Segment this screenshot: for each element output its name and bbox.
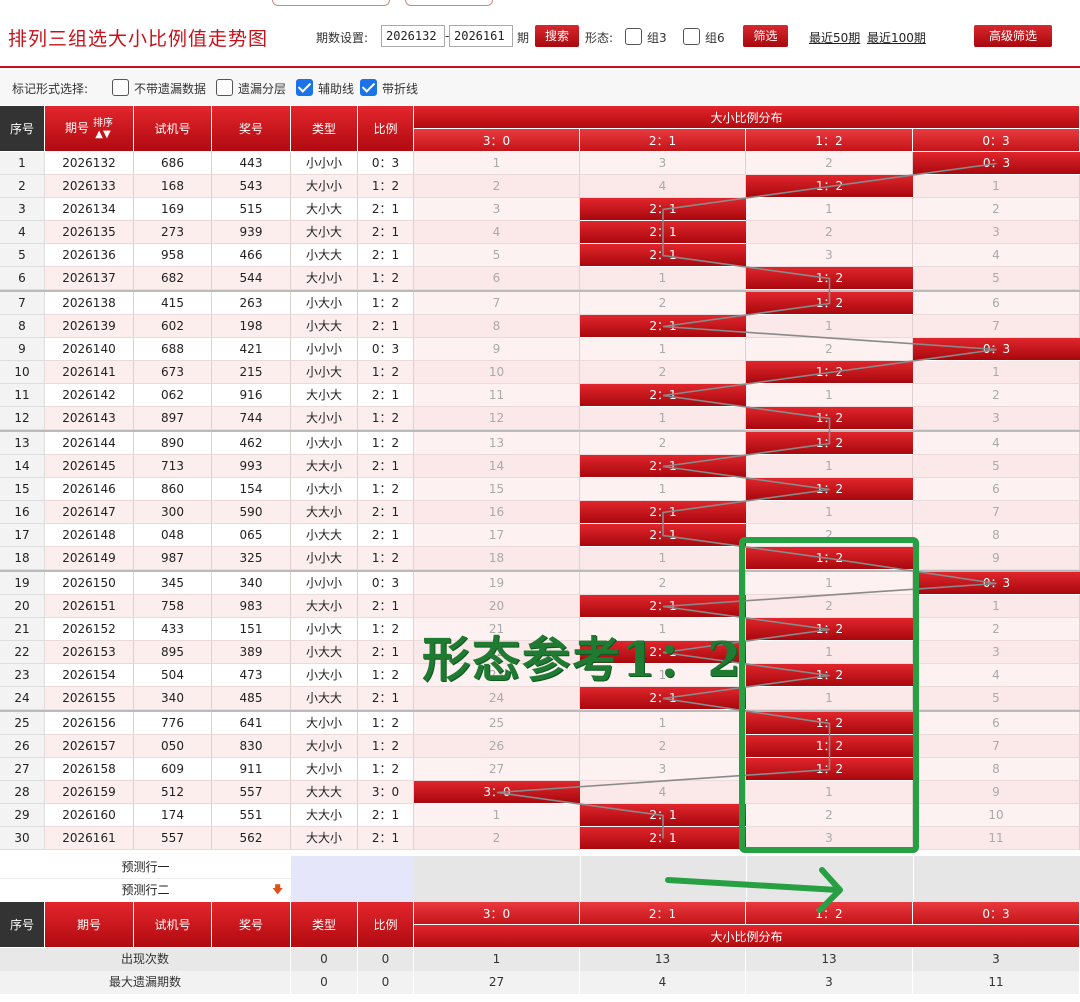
- annotation-text: 形态参考1：2: [422, 632, 743, 688]
- annotation-layer: [665, 537, 919, 913]
- annotation-arrow-shaft: [665, 877, 841, 893]
- highlight-box: [739, 537, 919, 853]
